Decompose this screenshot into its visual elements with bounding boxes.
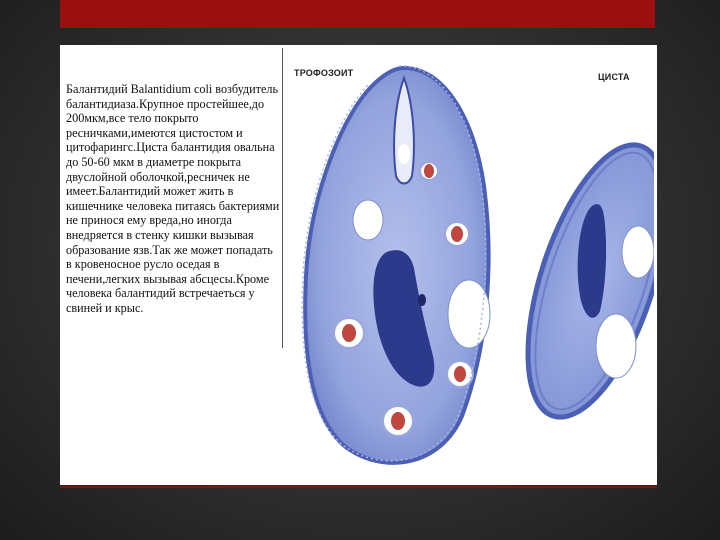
balantidium-illustration xyxy=(292,56,654,484)
trophozoite-label: ТРОФОЗОИТ xyxy=(294,68,354,78)
trophozoite-cell xyxy=(301,65,491,465)
divider-line xyxy=(282,48,283,348)
body-text: Балантидий Balantidium coli возбудитель … xyxy=(66,82,280,315)
cyst-label: ЦИСТА xyxy=(598,72,630,82)
cyst-cell xyxy=(525,140,654,420)
top-accent-bar xyxy=(60,0,655,28)
bottom-accent-line xyxy=(60,486,657,488)
